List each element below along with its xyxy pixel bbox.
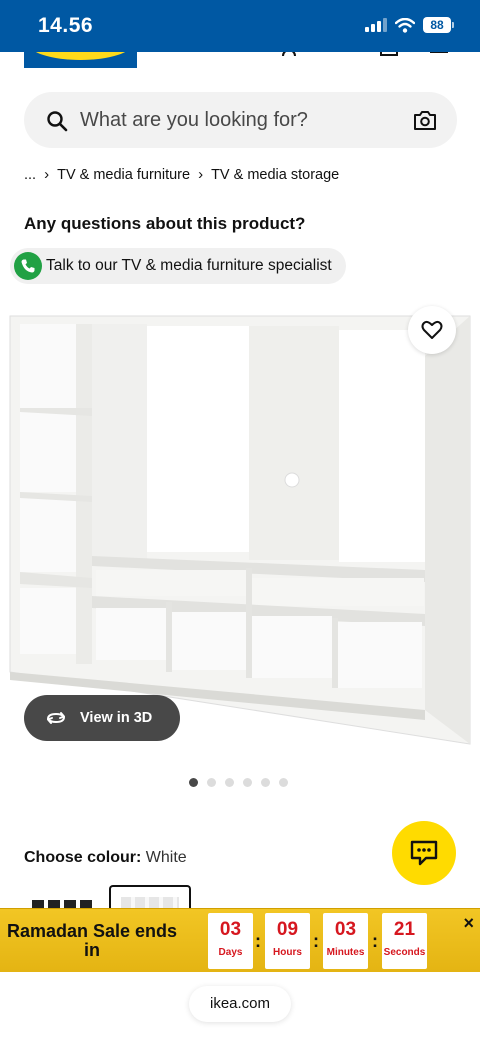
carousel-dot-2[interactable] (207, 778, 216, 787)
status-bar: 14.56 88 (0, 0, 480, 52)
carousel-dot-1[interactable] (189, 778, 198, 787)
carousel-dot-5[interactable] (261, 778, 270, 787)
chevron-right-icon: › (44, 166, 50, 183)
countdown-separator: : (372, 931, 378, 951)
phone-icon (14, 252, 42, 280)
countdown-separator: : (255, 931, 261, 951)
countdown-separator: : (313, 931, 319, 951)
page: 14.56 88 What are you looking for? ... ›… (0, 0, 480, 1039)
sale-title: Ramadan Sale ends in (6, 921, 178, 960)
search-bar[interactable]: What are you looking for? (24, 92, 457, 148)
countdown-days-value: 03 (219, 919, 242, 940)
breadcrumb-ellipsis[interactable]: ... (24, 167, 36, 183)
signal-icon (365, 18, 387, 32)
colour-label: Choose colour: (24, 849, 142, 866)
countdown-seconds-value: 21 (393, 919, 416, 940)
browser-url-bar[interactable]: ikea.com (189, 986, 291, 1022)
chat-button[interactable] (392, 821, 456, 885)
view-in-3d-button[interactable]: View in 3D (24, 695, 180, 741)
colour-value: White (145, 849, 187, 866)
breadcrumb-tv-media-furniture[interactable]: TV & media furniture (57, 167, 190, 183)
countdown-seconds-unit: Seconds (383, 947, 426, 958)
status-indicators: 88 (365, 17, 454, 33)
favourite-button[interactable] (408, 306, 456, 354)
countdown-minutes: 03 Minutes (323, 913, 368, 969)
countdown-hours-value: 09 (276, 919, 299, 940)
questions-heading: Any questions about this product? (24, 214, 306, 233)
specialist-label: Talk to our TV & media furniture special… (46, 257, 332, 274)
view-in-3d-label: View in 3D (80, 710, 153, 726)
camera-icon[interactable] (413, 109, 437, 131)
colour-swatch-black[interactable] (32, 900, 94, 908)
image-carousel-dots (189, 778, 288, 787)
countdown-minutes-value: 03 (334, 919, 357, 940)
wifi-icon (395, 17, 415, 33)
heart-icon (421, 320, 443, 339)
specialist-button[interactable]: Talk to our TV & media furniture special… (10, 248, 346, 284)
close-icon[interactable]: × (463, 913, 474, 934)
countdown-hours: 09 Hours (265, 913, 310, 969)
rotate-3d-icon (47, 712, 65, 724)
breadcrumb: ... › TV & media furniture › TV & media … (24, 166, 339, 183)
tv-storage-unit-illustration (9, 315, 471, 745)
countdown-minutes-unit: Minutes (326, 947, 365, 958)
search-icon[interactable] (46, 110, 68, 132)
chat-icon (410, 840, 438, 866)
carousel-dot-4[interactable] (243, 778, 252, 787)
chevron-right-icon: › (198, 166, 204, 183)
breadcrumb-tv-media-storage[interactable]: TV & media storage (211, 167, 339, 183)
battery-icon: 88 (423, 17, 454, 33)
countdown-seconds: 21 Seconds (382, 913, 427, 969)
carousel-dot-6[interactable] (279, 778, 288, 787)
countdown-days: 03 Days (208, 913, 253, 969)
battery-level: 88 (423, 17, 451, 33)
sale-countdown-banner: Ramadan Sale ends in 03 Days : 09 Hours … (0, 908, 480, 972)
carousel-dot-3[interactable] (225, 778, 234, 787)
search-input[interactable]: What are you looking for? (80, 109, 308, 132)
colour-selector-label: Choose colour: White (24, 849, 187, 867)
status-time: 14.56 (38, 14, 94, 37)
countdown-hours-unit: Hours (273, 947, 302, 958)
product-image[interactable] (0, 312, 480, 760)
countdown-days-unit: Days (218, 947, 243, 958)
